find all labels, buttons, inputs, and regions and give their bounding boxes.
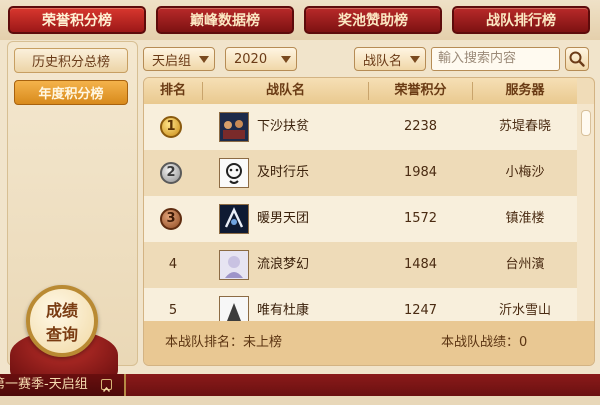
search-type-value: 战队名: [363, 53, 403, 69]
chevron-up-icon: [101, 379, 112, 392]
chevron-down-icon: [281, 56, 291, 63]
season-selector[interactable]: 第一赛季-天启组: [0, 374, 126, 396]
team-avatar: [219, 204, 249, 234]
table-scrollbar[interactable]: [577, 104, 594, 321]
sidebar-item-history-total[interactable]: 历史积分总榜: [14, 48, 128, 73]
column-header-team: 战队名: [265, 83, 305, 98]
points-value: 1572: [403, 211, 438, 226]
search-icon: [569, 51, 585, 67]
group-dropdown-value: 天启组: [152, 53, 192, 69]
year-dropdown[interactable]: 2020: [225, 47, 297, 71]
silver-medal-icon: 2: [160, 162, 182, 184]
column-header-server: 服务器: [505, 83, 545, 98]
tab-peak-data[interactable]: 巅峰数据榜: [156, 6, 294, 34]
server-name: 苏堤春晓: [498, 119, 551, 134]
points-value: 1484: [403, 257, 438, 272]
sidebar-item-annual[interactable]: 年度积分榜: [14, 80, 128, 105]
table-header: 排名 战队名 荣誉积分 服务器: [144, 78, 577, 104]
team-avatar: [219, 112, 249, 142]
my-team-summary: 本战队排名：未上榜 本战队战绩：0: [144, 321, 594, 365]
search-type-dropdown[interactable]: 战队名: [354, 47, 426, 71]
gold-medal-icon: 1: [160, 116, 182, 138]
my-team-record: 本战队战绩：0: [441, 335, 528, 350]
table-row[interactable]: 3 暖男天团 1572 镇淮楼: [144, 196, 577, 242]
points-value: 1984: [403, 165, 438, 180]
rank-number: 4: [168, 257, 178, 272]
query-button-line2: 查询: [45, 325, 78, 344]
tab-prize-pool[interactable]: 奖池赞助榜: [304, 6, 442, 34]
ranking-table: 排名 战队名 荣誉积分 服务器 1 下沙扶贫 2238 苏堤春晓 2 及时行乐 …: [143, 77, 595, 366]
team-name: 暖男天团: [257, 211, 310, 226]
score-query-button[interactable]: 成绩 查询: [26, 285, 98, 357]
chevron-down-icon: [199, 56, 209, 63]
team-name: 及时行乐: [257, 165, 310, 180]
server-name: 镇淮楼: [505, 211, 545, 226]
table-row[interactable]: 1 下沙扶贫 2238 苏堤春晓: [144, 104, 577, 150]
season-label: 第一赛季-天启组: [0, 377, 88, 392]
column-header-points: 荣誉积分: [394, 83, 447, 98]
column-header-rank: 排名: [159, 83, 186, 98]
team-name: 下沙扶贫: [257, 119, 310, 134]
tab-team-ranking[interactable]: 战队排行榜: [452, 6, 590, 34]
table-row[interactable]: 2 及时行乐 1984 小梅沙: [144, 150, 577, 196]
server-name: 台州濱: [505, 257, 545, 272]
bronze-medal-icon: 3: [160, 208, 182, 230]
search-input[interactable]: 輸入搜索内容: [431, 47, 560, 71]
scrollbar-thumb[interactable]: [581, 110, 591, 136]
team-name: 流浪梦幻: [257, 257, 310, 272]
search-button[interactable]: [565, 47, 589, 71]
team-avatar: [219, 250, 249, 280]
chevron-down-icon: [410, 56, 420, 63]
server-name: 小梅沙: [505, 165, 545, 180]
bottom-strip: [0, 396, 600, 405]
points-value: 2238: [403, 119, 438, 134]
query-button-line1: 成绩: [45, 301, 78, 320]
team-avatar: [219, 158, 249, 188]
table-row[interactable]: 4 流浪梦幻 1484 台州濱: [144, 242, 577, 288]
tab-honor-points[interactable]: 荣誉积分榜: [8, 6, 146, 34]
group-dropdown[interactable]: 天启组: [143, 47, 215, 71]
my-team-rank: 本战队排名：未上榜: [165, 335, 283, 350]
year-dropdown-value: 2020: [234, 51, 268, 67]
